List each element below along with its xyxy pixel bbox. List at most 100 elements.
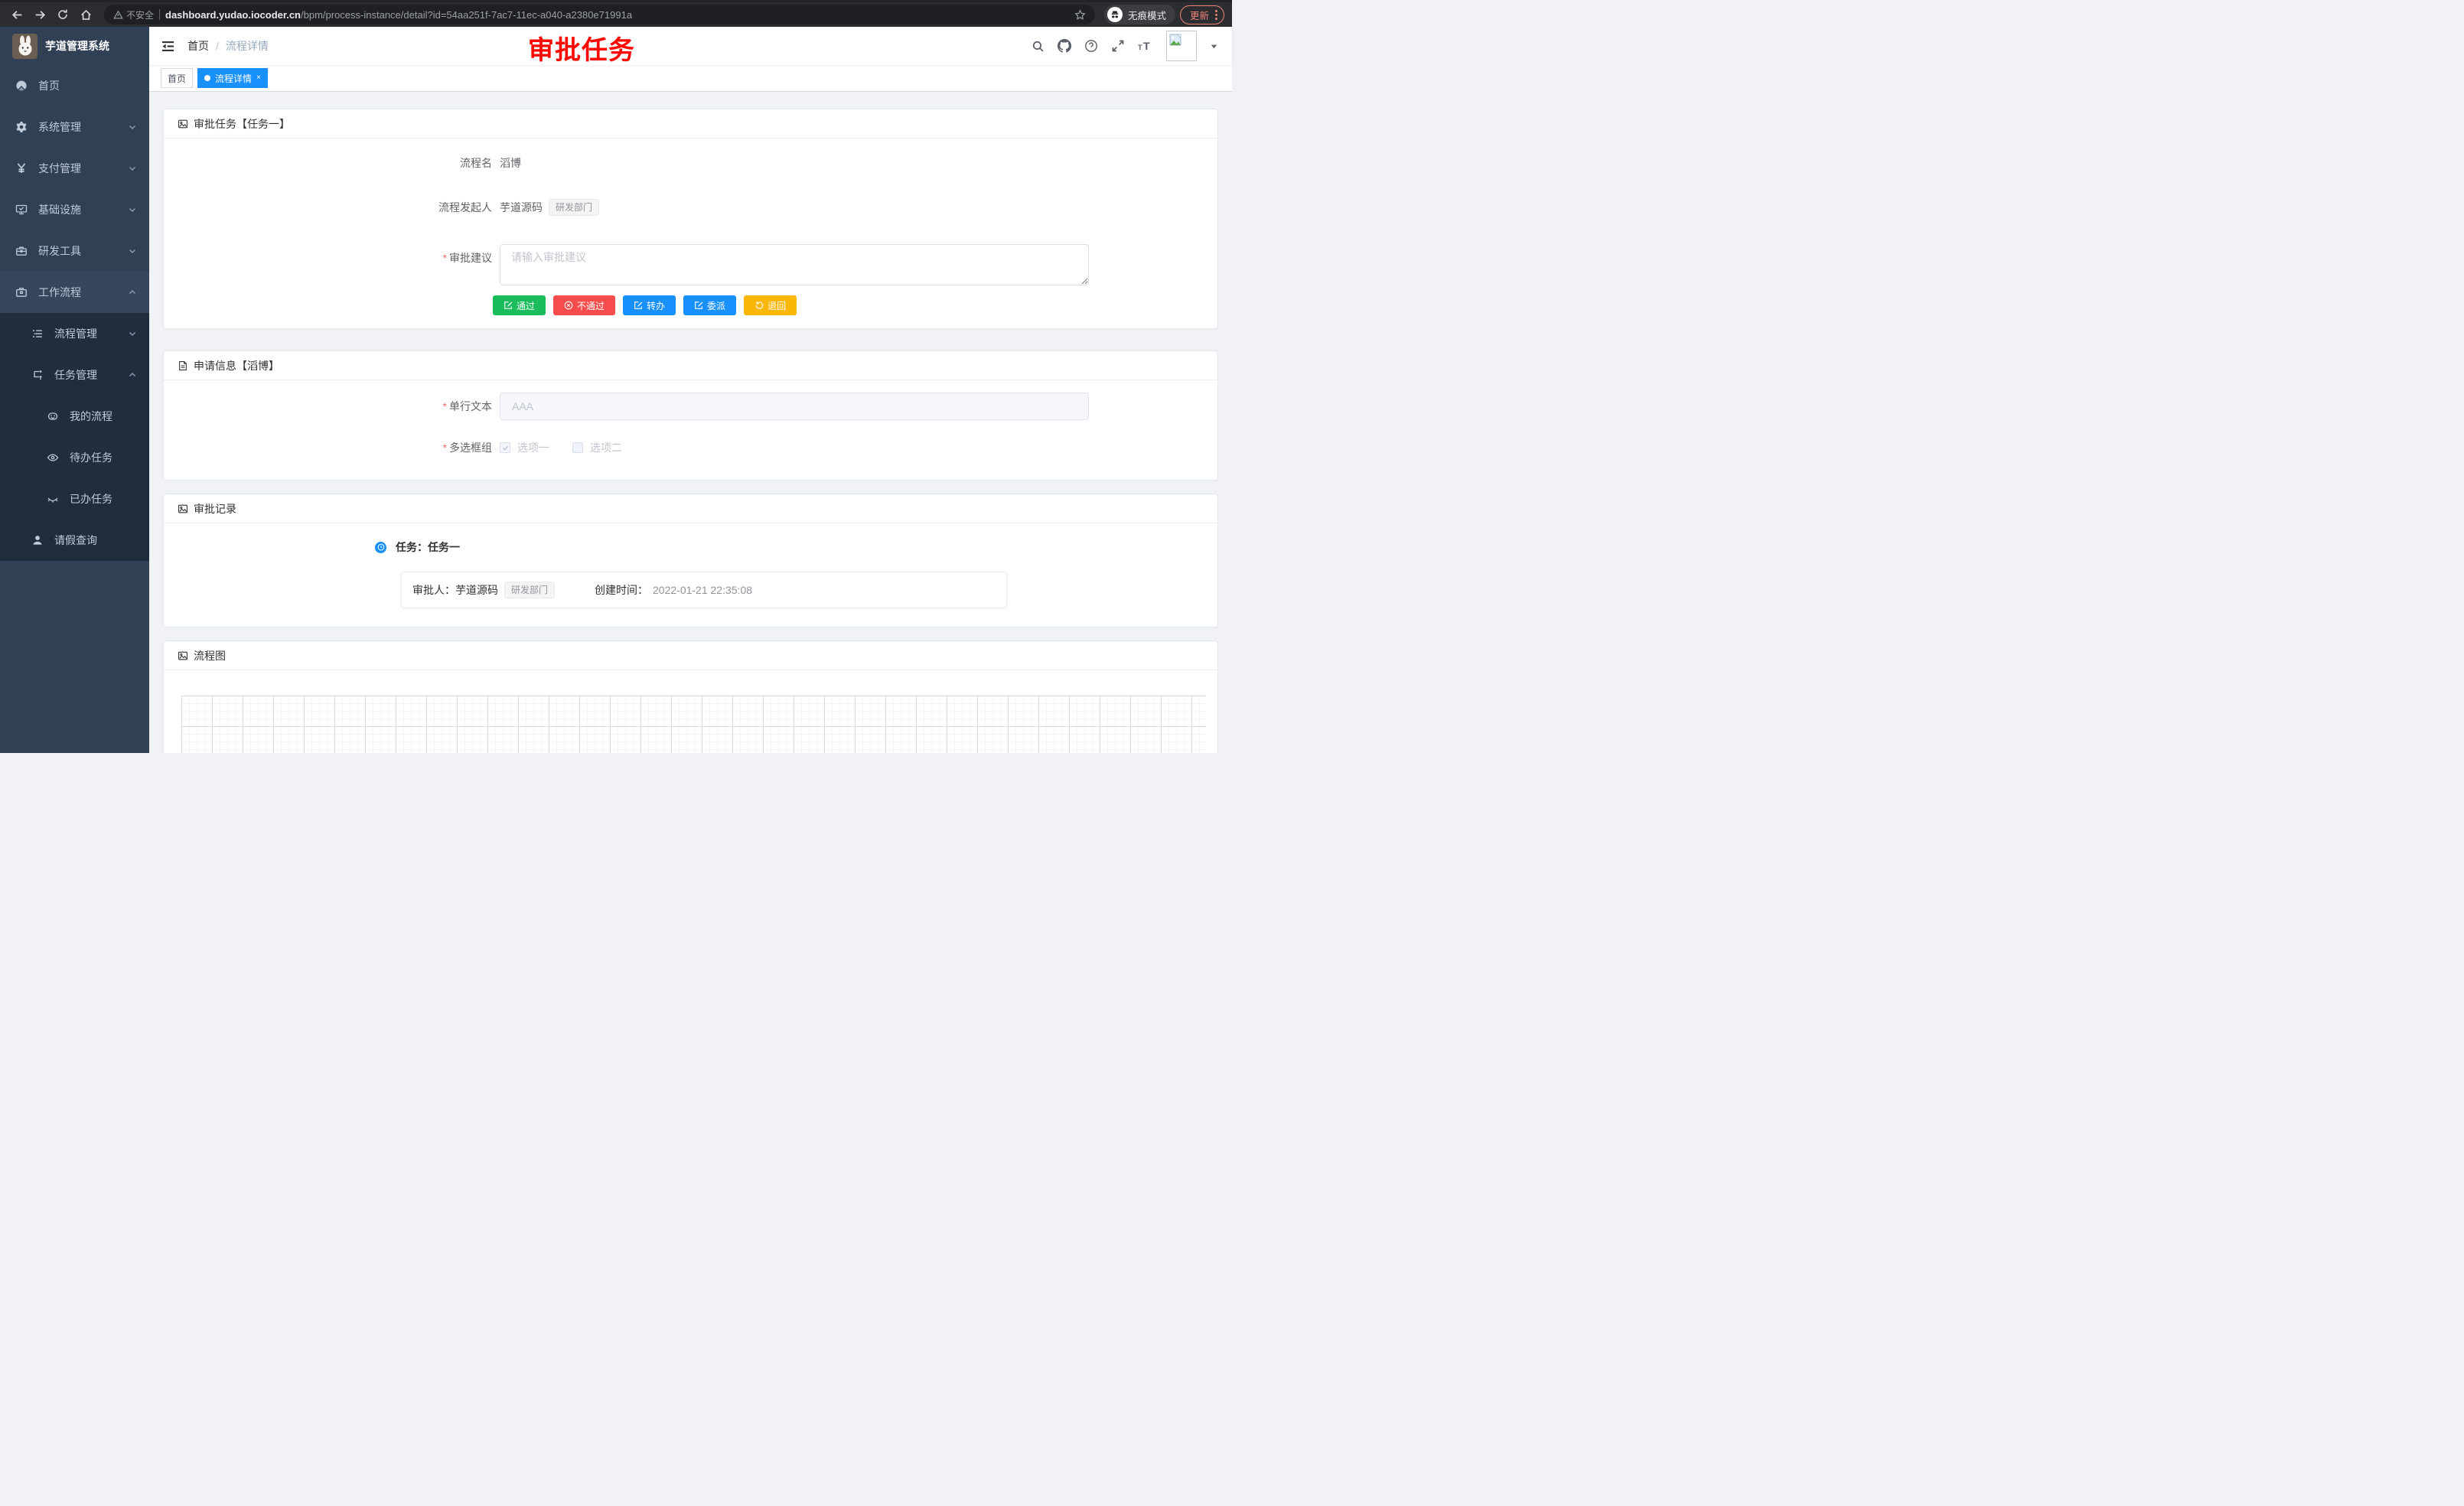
user-icon <box>31 534 44 546</box>
breadcrumb: 首页 / 流程详情 <box>187 38 269 54</box>
help-icon[interactable] <box>1084 39 1098 53</box>
single-line-text-input[interactable] <box>500 393 1089 420</box>
fullscreen-icon[interactable] <box>1111 39 1125 53</box>
flow-branch-icon <box>31 369 44 381</box>
warning-icon <box>113 10 123 20</box>
sidebar-item-todo-tasks[interactable]: 待办任务 <box>0 437 149 478</box>
sidebar-item-infra[interactable]: 基础设施 <box>0 189 149 230</box>
bookmark-star-icon[interactable] <box>1074 9 1086 21</box>
sidebar-toggle-icon[interactable] <box>160 38 175 54</box>
chevron-down-icon <box>128 246 137 256</box>
list-tree-icon <box>31 328 44 340</box>
github-icon[interactable] <box>1058 39 1071 53</box>
application-card-title: 申请信息【滔博】 <box>194 358 279 373</box>
delegate-button[interactable]: 委派 <box>683 295 736 315</box>
checkbox-unchecked-icon <box>572 442 583 453</box>
browser-menu-icon[interactable] <box>1215 10 1217 20</box>
tab-process-detail[interactable]: 流程详情 × <box>197 68 268 88</box>
yen-icon <box>15 162 28 174</box>
record-task-title: 任务：任务一 <box>396 539 460 555</box>
toolbox-icon <box>15 245 28 257</box>
sidebar-item-leave-query[interactable]: 请假查询 <box>0 520 149 561</box>
tab-home[interactable]: 首页 <box>161 68 193 88</box>
sidebar-item-devtools[interactable]: 研发工具 <box>0 230 149 272</box>
advice-textarea[interactable] <box>500 244 1089 285</box>
refresh-left-icon <box>755 301 764 310</box>
chevron-down-icon <box>128 329 137 338</box>
required-asterisk: * <box>443 252 447 264</box>
reject-button[interactable]: 不通过 <box>553 295 615 315</box>
approve-button[interactable]: 通过 <box>493 295 546 315</box>
avatar-caret-icon[interactable] <box>1210 42 1218 51</box>
incognito-badge: 无痕模式 <box>1104 5 1175 24</box>
tags-view-bar: 首页 流程详情 × <box>149 65 1232 92</box>
url-bar[interactable]: 不安全 dashboard.yudao.iocoder.cn/bpm/proce… <box>104 5 1095 24</box>
created-time-label: 创建时间： <box>595 582 648 598</box>
chevron-down-icon <box>128 205 137 214</box>
sidebar: 芋道管理系统 首页 系统管理 支付管理 基础设施 <box>0 27 149 753</box>
records-card-title: 审批记录 <box>194 501 236 517</box>
eye-closed-icon <box>47 493 59 505</box>
checkbox-checked-icon <box>500 442 510 453</box>
records-card-header: 审批记录 <box>164 494 1217 523</box>
approver-label: 审批人： <box>412 582 455 598</box>
edit-icon <box>504 301 513 310</box>
sidebar-item-my-process[interactable]: 我的流程 <box>0 396 149 437</box>
sidebar-item-workflow[interactable]: 工作流程 <box>0 272 149 313</box>
page-content: 审批任务【任务一】 流程名 滔博 流程发起人 芋道源码 研发部门 <box>149 92 1232 753</box>
forward-icon[interactable] <box>31 5 49 24</box>
reload-icon[interactable] <box>54 5 72 24</box>
checkbox-option-1[interactable]: 选项一 <box>500 440 549 455</box>
required-asterisk: * <box>443 442 447 454</box>
bpmn-canvas[interactable] <box>181 696 1206 753</box>
return-button[interactable]: 退回 <box>744 295 797 315</box>
approval-task-card: 审批任务【任务一】 流程名 滔博 流程发起人 芋道源码 研发部门 <box>163 109 1218 329</box>
url-text[interactable]: dashboard.yudao.iocoder.cn/bpm/process-i… <box>165 9 632 21</box>
sidebar-item-system[interactable]: 系统管理 <box>0 106 149 148</box>
tab-close-icon[interactable]: × <box>256 74 261 82</box>
sidebar-item-home[interactable]: 首页 <box>0 65 149 106</box>
url-divider <box>159 9 160 20</box>
user-avatar[interactable] <box>1166 31 1197 61</box>
back-icon[interactable] <box>8 5 26 24</box>
approver-name: 芋道源码 <box>455 582 498 598</box>
font-size-icon[interactable]: TT <box>1138 39 1153 53</box>
chevron-up-icon <box>128 288 137 297</box>
app-header: 首页 / 流程详情 审批任务 TT <box>149 27 1232 65</box>
broken-image-icon <box>1169 34 1183 47</box>
app-title: 芋道管理系统 <box>45 38 109 54</box>
record-detail-box: 审批人： 芋道源码 研发部门 创建时间： 2022-01-21 22:35:08 <box>401 572 1007 608</box>
browser-update-button[interactable]: 更新 <box>1180 5 1224 24</box>
checkbox-group: 选项一 选项二 <box>500 440 622 455</box>
home-icon[interactable] <box>77 5 95 24</box>
application-info-card: 申请信息【滔博】 *单行文本 *多选框组 <box>163 350 1218 481</box>
transfer-button[interactable]: 转办 <box>623 295 676 315</box>
picture-icon <box>178 119 188 129</box>
process-name-value: 滔博 <box>500 155 521 171</box>
incognito-icon <box>1107 7 1123 22</box>
created-time-value: 2022-01-21 22:35:08 <box>653 584 752 596</box>
sidebar-item-pay[interactable]: 支付管理 <box>0 148 149 189</box>
sidebar-item-task-mgmt[interactable]: 任务管理 <box>0 354 149 396</box>
svg-text:T: T <box>1143 40 1150 52</box>
breadcrumb-current: 流程详情 <box>226 38 269 54</box>
application-card-header: 申请信息【滔博】 <box>164 351 1217 380</box>
text-field-label: *单行文本 <box>164 399 492 414</box>
browser-toolbar: 不安全 dashboard.yudao.iocoder.cn/bpm/proce… <box>0 0 1232 27</box>
edit-icon <box>694 301 703 310</box>
sidebar-item-done-tasks[interactable]: 已办任务 <box>0 478 149 520</box>
diagram-card-title: 流程图 <box>194 648 226 663</box>
workflow-submenu: 流程管理 任务管理 我的流程 待办任务 <box>0 313 149 561</box>
app-logo[interactable]: 芋道管理系统 <box>0 27 149 65</box>
edit-icon <box>634 301 643 310</box>
process-diagram-card: 流程图 <box>163 641 1218 753</box>
breadcrumb-home[interactable]: 首页 <box>187 38 209 54</box>
breadcrumb-separator: / <box>216 40 219 52</box>
checkbox-option-2[interactable]: 选项二 <box>572 440 622 455</box>
search-icon[interactable] <box>1032 40 1045 53</box>
advice-label: *审批建议 <box>164 244 492 272</box>
not-secure-warning[interactable]: 不安全 <box>113 8 154 21</box>
robot-face-icon <box>47 410 59 422</box>
sidebar-item-process-mgmt[interactable]: 流程管理 <box>0 313 149 354</box>
briefcase-icon <box>15 286 28 298</box>
